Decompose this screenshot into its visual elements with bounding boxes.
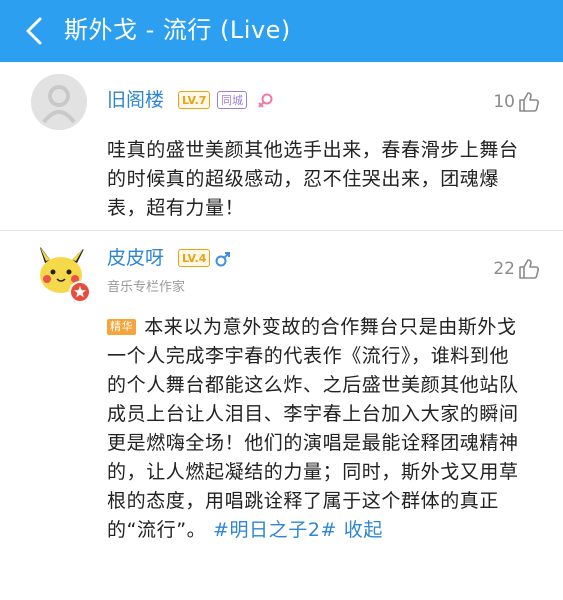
comment-item: 皮皮呀 LV.4 音乐专栏作家 22 精华 本来以为意外变故的合作舞台只是由斯外戈… xyxy=(0,231,563,600)
comment-item: 旧阁楼 LV.7 同城 10 哇真的盛世美颜其他选手出来，春春滑步上舞台的时候真… xyxy=(0,62,563,231)
like-count: 10 xyxy=(493,92,515,112)
thumbs-up-icon xyxy=(517,257,541,281)
page-title: 斯外戈 - 流行 (Live) xyxy=(64,16,291,44)
comment-text: 本来以为意外变故的合作舞台只是由斯外戈一个人完成李宇春的代表作《流行》，谁料到他… xyxy=(107,316,519,541)
level-badge: LV.7 xyxy=(178,91,211,109)
user-title: 音乐专栏作家 xyxy=(107,280,186,295)
female-icon xyxy=(256,92,274,114)
username[interactable]: 旧阁楼 xyxy=(107,87,164,113)
avatar[interactable] xyxy=(31,74,87,130)
featured-badge: 精华 xyxy=(107,319,137,335)
comment-text: 哇真的盛世美颜其他选手出来，春春滑步上舞台的时候真的超级感动，忍不住哭出来，团魂… xyxy=(107,139,519,219)
like-button[interactable]: 22 xyxy=(493,257,541,281)
top-bar: 斯外戈 - 流行 (Live) xyxy=(0,0,563,62)
hashtag-link[interactable]: #明日之子2# xyxy=(213,519,337,541)
back-arrow-icon[interactable] xyxy=(18,14,52,48)
thumbs-up-icon xyxy=(517,90,541,114)
city-badge: 同城 xyxy=(217,91,247,109)
level-badge: LV.4 xyxy=(178,249,211,267)
male-icon xyxy=(214,250,232,272)
like-button[interactable]: 10 xyxy=(493,90,541,114)
username[interactable]: 皮皮呀 xyxy=(107,245,164,271)
collapse-link[interactable]: 收起 xyxy=(344,519,383,541)
verified-star-icon xyxy=(69,281,91,303)
comment-body: 精华 本来以为意外变故的合作舞台只是由斯外戈一个人完成李宇春的代表作《流行》，谁料… xyxy=(107,313,527,545)
like-count: 22 xyxy=(493,259,515,279)
